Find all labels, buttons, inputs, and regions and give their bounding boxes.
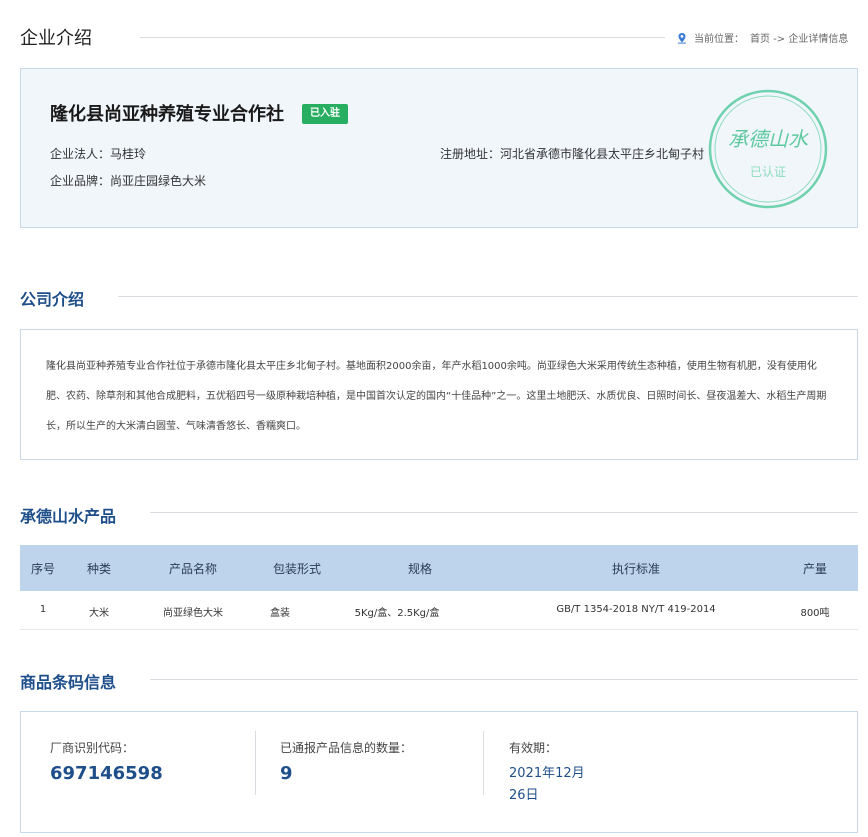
manufacturer-code: 697146598: [50, 763, 163, 784]
location-prefix: 当前位置：: [694, 34, 744, 45]
company-name: 隆化县尚亚种养殖专业合作社: [50, 104, 284, 125]
address-label: 注册地址：: [440, 147, 501, 161]
status-badge: 已入驻: [302, 104, 348, 124]
legal-rep: 企业法人：马桂玲: [50, 145, 146, 162]
cell-type: 大米: [89, 608, 109, 619]
col-package: 包装形式: [272, 562, 322, 576]
cell-spec: 5Kg/盒、2.5Kg/盒: [354, 608, 440, 619]
certification-seal-icon: 承德山水 已认证: [708, 89, 828, 209]
page-title: 企业介绍: [20, 28, 92, 49]
cell-index: 1: [39, 604, 47, 615]
product-count: 9: [280, 763, 293, 784]
cell-package: 盒装: [270, 608, 290, 619]
brand-value: 尚亚庄园绿色大米: [110, 174, 207, 188]
address: 注册地址：河北省承德市隆化县太平庄乡北甸子村: [440, 145, 704, 162]
col-spec: 规格: [407, 562, 433, 576]
barcode-title: 商品条码信息: [20, 673, 117, 692]
legal-rep-value: 马桂玲: [110, 147, 147, 161]
brand: 企业品牌：尚亚庄园绿色大米: [50, 172, 206, 189]
cell-standard: GB/T 1354-2018 NY/T 419-2014: [556, 604, 716, 615]
breadcrumb-path[interactable]: 首页 -> 企业详情信息: [750, 30, 848, 45]
breadcrumb: 当前位置： 首页 -> 企业详情信息: [676, 30, 848, 45]
table-header: [20, 545, 858, 591]
barcode-separator: [483, 731, 484, 795]
location-pin-icon: [678, 32, 686, 44]
col-standard: 执行标准: [611, 562, 661, 576]
brand-label: 企业品牌：: [50, 174, 111, 188]
intro-divider: [118, 296, 858, 297]
code-label: 厂商识别代码：: [50, 741, 135, 755]
seal-status: 已认证: [750, 165, 786, 179]
col-type: 种类: [86, 562, 112, 576]
col-index: 序号: [30, 562, 56, 576]
cell-name[interactable]: 尚亚绿色大米: [163, 604, 223, 619]
header-divider: [140, 37, 665, 38]
intro-box: 隆化县尚亚种养殖专业合作社位于承德市隆化县太平庄乡北甸子村。基地面积2000余亩…: [20, 329, 858, 460]
col-name: 产品名称: [168, 562, 218, 576]
valid-date-line2: 26日: [509, 788, 539, 803]
count-label: 已通报产品信息的数量：: [280, 741, 413, 755]
valid-date: 2021年12月 26日: [509, 763, 585, 807]
valid-label: 有效期：: [509, 741, 558, 755]
cell-output: 800吨: [800, 608, 830, 619]
intro-title: 公司介绍: [20, 290, 85, 309]
barcode-divider: [150, 679, 858, 680]
products-divider: [150, 512, 858, 513]
products-title: 承德山水产品: [20, 507, 117, 526]
seal-text: 承德山水: [728, 127, 809, 151]
intro-text: 隆化县尚亚种养殖专业合作社位于承德市隆化县太平庄乡北甸子村。基地面积2000余亩…: [46, 361, 827, 432]
address-value: 河北省承德市隆化县太平庄乡北甸子村: [500, 147, 705, 161]
col-output: 产量: [802, 562, 828, 576]
legal-rep-label: 企业法人：: [50, 147, 111, 161]
valid-date-line1: 2021年12月: [509, 766, 585, 781]
barcode-separator: [255, 731, 256, 795]
